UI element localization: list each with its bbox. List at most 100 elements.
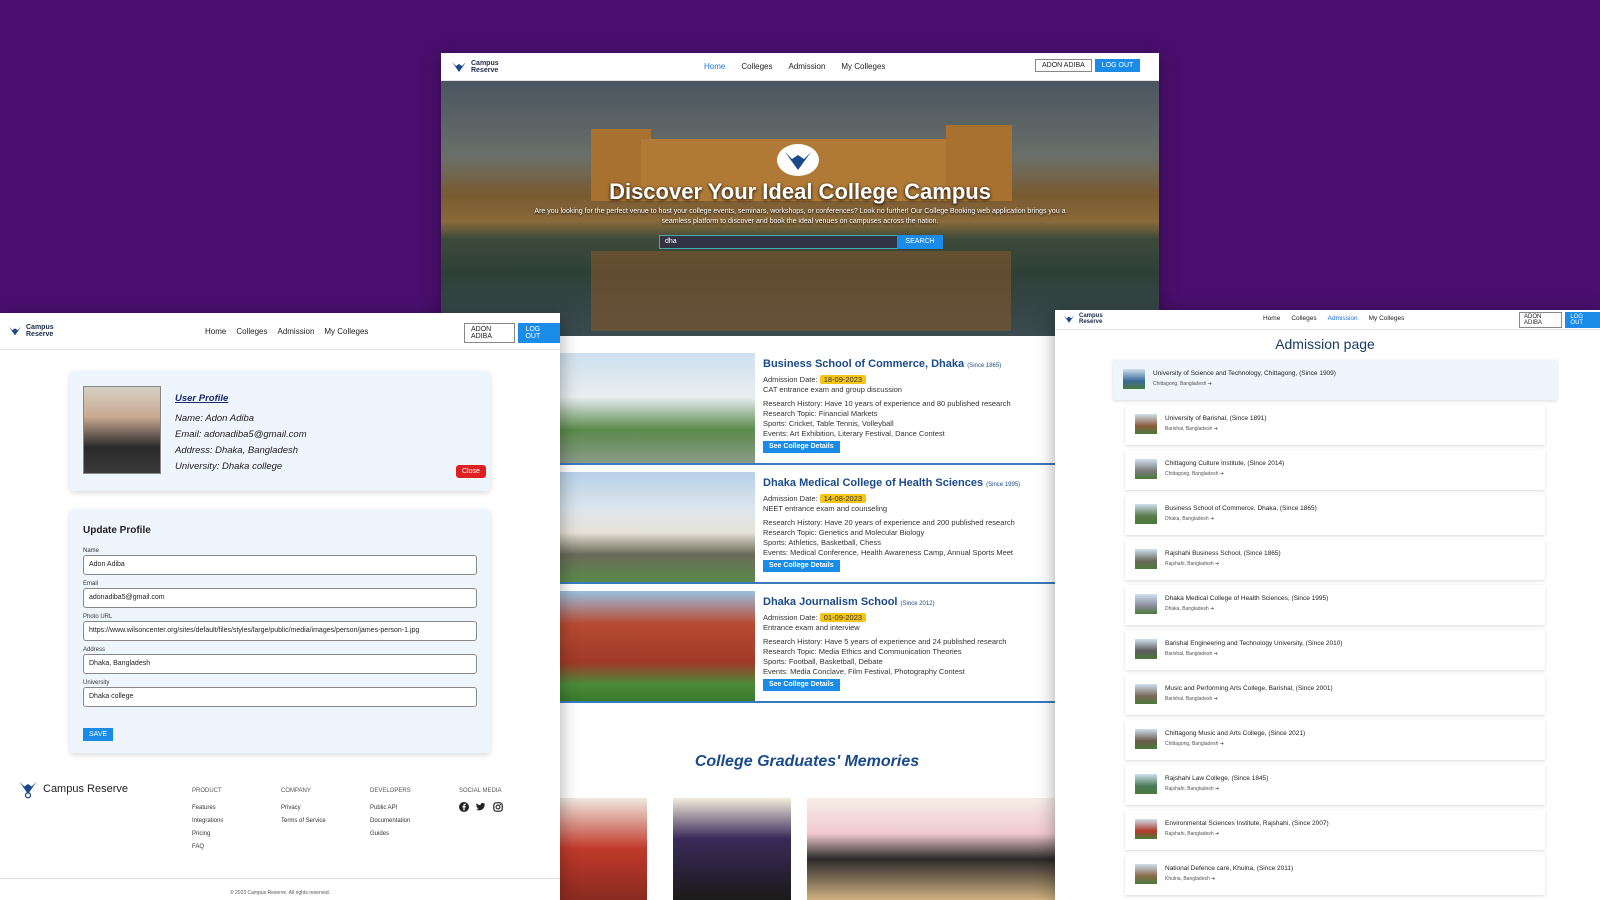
- college-name[interactable]: Business School of Commerce, Dhaka, (Sin…: [1165, 505, 1317, 512]
- admission-list-item[interactable]: Rajshahi Business School, (Since 1865) Ra…: [1125, 540, 1545, 580]
- admission-list-item[interactable]: University of Science and Technology, Ch…: [1113, 360, 1557, 400]
- nav-colleges[interactable]: Colleges: [236, 327, 267, 336]
- college-location: Barishal, Bangladesh ➜: [1165, 696, 1218, 702]
- memory-photo: [551, 798, 647, 900]
- university-field[interactable]: Dhaka college: [83, 687, 477, 707]
- college-thumbnail: [1135, 729, 1157, 749]
- college-image: [559, 591, 755, 701]
- college-name[interactable]: Business School of Commerce, Dhaka: [763, 358, 964, 370]
- footer-link[interactable]: Terms of Service: [281, 815, 326, 828]
- arrow-right-icon[interactable]: ➜: [1210, 606, 1214, 612]
- arrow-right-icon[interactable]: ➜: [1220, 471, 1224, 477]
- photo-url-field[interactable]: https://www.wilsoncenter.org/sites/defau…: [83, 621, 477, 641]
- instagram-icon[interactable]: [493, 802, 503, 812]
- college-name[interactable]: University of Barishal, (Since 1891): [1165, 415, 1267, 422]
- admission-list-item[interactable]: University of Barishal, (Since 1891) Bari…: [1125, 405, 1545, 445]
- admission-list-item[interactable]: Chittagong Culture Institute, (Since 201…: [1125, 450, 1545, 490]
- user-button[interactable]: ADON ADIBA: [1035, 59, 1092, 72]
- arrow-right-icon[interactable]: ➜: [1215, 561, 1219, 567]
- arrow-right-icon[interactable]: ➜: [1214, 651, 1218, 657]
- admission-list-item[interactable]: Rajshahi Law College, (Since 1845) Rajsha…: [1125, 765, 1545, 805]
- hero-subtitle: Are you looking for the perfect venue to…: [534, 208, 1066, 225]
- profile-email: Email: adonadiba5@gmail.com: [175, 429, 307, 440]
- save-button[interactable]: SAVE: [83, 728, 114, 741]
- admission-list-item[interactable]: Dhaka Medical College of Health Sciences…: [1125, 585, 1545, 625]
- nav-colleges[interactable]: Colleges: [1291, 315, 1316, 322]
- user-button[interactable]: ADON ADIBA: [1519, 312, 1563, 328]
- footer-link[interactable]: Privacy: [281, 802, 326, 815]
- brand-logo[interactable]: Campus Reserve: [451, 60, 499, 74]
- college-thumbnail: [1135, 684, 1157, 704]
- brand-logo[interactable]: Campus Reserve: [8, 324, 54, 338]
- arrow-right-icon[interactable]: ➜: [1215, 786, 1219, 792]
- footer-link[interactable]: Features: [192, 802, 223, 815]
- college-name[interactable]: University of Science and Technology, Ch…: [1153, 370, 1336, 377]
- college-name[interactable]: Dhaka Medical College of Health Sciences: [763, 477, 983, 489]
- see-college-details-button[interactable]: See College Details: [763, 560, 840, 572]
- profile-window: Campus Reserve Home Colleges Admission My…: [0, 313, 560, 900]
- arrow-right-icon[interactable]: ➜: [1214, 426, 1218, 432]
- college-name[interactable]: Chittagong Culture Institute, (Since 201…: [1165, 460, 1284, 467]
- admission-list-item[interactable]: Chittagong Music and Arts College, (Sinc…: [1125, 720, 1545, 760]
- search-button[interactable]: SEARCH: [897, 235, 943, 249]
- college-name[interactable]: Barishal Engineering and Technology Univ…: [1165, 640, 1343, 647]
- footer-brand[interactable]: Campus Reserve: [18, 778, 128, 800]
- college-name[interactable]: Rajshahi Business School, (Since 1865): [1165, 550, 1281, 557]
- college-thumbnail: [1123, 369, 1145, 389]
- close-button[interactable]: Close: [456, 465, 486, 478]
- college-name[interactable]: Music and Performing Arts College, Baris…: [1165, 685, 1333, 692]
- admission-date-badge: 14-08-2023: [819, 494, 867, 503]
- college-name[interactable]: Rajshahi Law College, (Since 1845): [1165, 775, 1268, 782]
- admission-list-item[interactable]: Barishal Engineering and Technology Univ…: [1125, 630, 1545, 670]
- admission-list-item[interactable]: National Defence care, Khulna, (Since 20…: [1125, 855, 1545, 895]
- search-input[interactable]: dha: [659, 235, 899, 249]
- nav-admission[interactable]: Admission: [1328, 315, 1358, 322]
- memory-photo: [807, 798, 1055, 900]
- arrow-right-icon[interactable]: ➜: [1220, 741, 1224, 747]
- profile-heading: User Profile: [175, 393, 229, 404]
- arrow-right-icon[interactable]: ➜: [1208, 381, 1212, 387]
- college-name[interactable]: National Defence care, Khulna, (Since 20…: [1165, 865, 1293, 872]
- user-button[interactable]: ADON ADIBA: [464, 323, 516, 343]
- arrow-right-icon[interactable]: ➜: [1210, 516, 1214, 522]
- footer-link[interactable]: Documentation: [370, 815, 411, 828]
- footer-link[interactable]: Public API: [370, 802, 411, 815]
- twitter-icon[interactable]: [476, 802, 486, 812]
- admission-list-item[interactable]: Business School of Commerce, Dhaka, (Sin…: [1125, 495, 1545, 535]
- arrow-right-icon[interactable]: ➜: [1214, 696, 1218, 702]
- brand-logo[interactable]: Campus Reserve: [1063, 313, 1103, 325]
- logout-button[interactable]: LOG OUT: [518, 323, 560, 343]
- college-name[interactable]: Dhaka Journalism School: [763, 596, 897, 608]
- nav-home[interactable]: Home: [1263, 315, 1280, 322]
- footer-link[interactable]: FAQ: [192, 841, 223, 854]
- college-thumbnail: [1135, 774, 1157, 794]
- footer-product: PRODUCT Features Integrations Pricing FA…: [192, 785, 223, 854]
- admission-list-item[interactable]: Environmental Sciences Institute, Rajsha…: [1125, 810, 1545, 850]
- facebook-icon[interactable]: [459, 802, 469, 812]
- email-field[interactable]: adonadiba5@gmail.com: [83, 588, 477, 608]
- footer-link[interactable]: Guides: [370, 828, 411, 841]
- logout-button[interactable]: LOG OUT: [1094, 59, 1141, 72]
- name-field[interactable]: Adon Adiba: [83, 555, 477, 575]
- college-name[interactable]: Chittagong Music and Arts College, (Sinc…: [1165, 730, 1305, 737]
- arrow-right-icon[interactable]: ➜: [1215, 831, 1219, 837]
- nav-admission[interactable]: Admission: [277, 327, 314, 336]
- admission-list-item[interactable]: Music and Performing Arts College, Baris…: [1125, 675, 1545, 715]
- logout-button[interactable]: LOG OUT: [1565, 312, 1600, 328]
- nav-admission[interactable]: Admission: [788, 62, 825, 71]
- nav-home[interactable]: Home: [205, 327, 226, 336]
- top-navbar: Campus Reserve Home Colleges Admission My…: [0, 313, 560, 350]
- see-college-details-button[interactable]: See College Details: [763, 441, 840, 453]
- nav-colleges[interactable]: Colleges: [741, 62, 772, 71]
- see-college-details-button[interactable]: See College Details: [763, 679, 840, 691]
- nav-my-colleges[interactable]: My Colleges: [324, 327, 368, 336]
- nav-home[interactable]: Home: [704, 62, 725, 71]
- footer-link[interactable]: Pricing: [192, 828, 223, 841]
- college-name[interactable]: Environmental Sciences Institute, Rajsha…: [1165, 820, 1329, 827]
- college-name[interactable]: Dhaka Medical College of Health Sciences…: [1165, 595, 1328, 602]
- arrow-right-icon[interactable]: ➜: [1211, 876, 1215, 882]
- nav-my-colleges[interactable]: My Colleges: [841, 62, 885, 71]
- address-field[interactable]: Dhaka, Bangladesh: [83, 654, 477, 674]
- nav-my-colleges[interactable]: My Colleges: [1369, 315, 1405, 322]
- footer-link[interactable]: Integrations: [192, 815, 223, 828]
